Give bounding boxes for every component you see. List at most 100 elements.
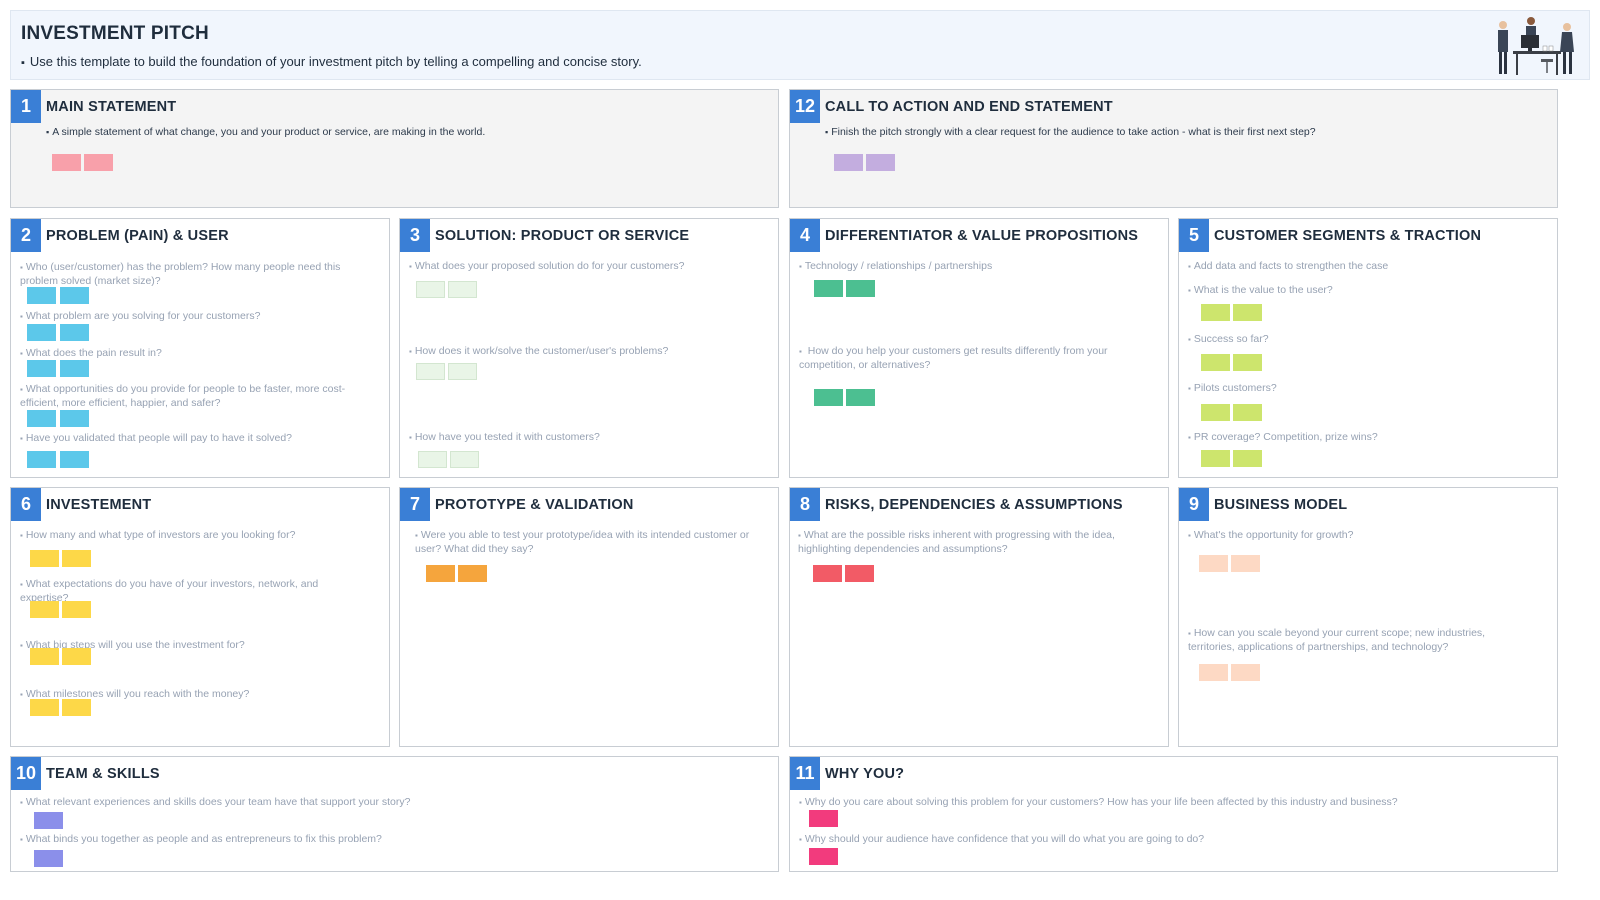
prompt-text: A simple statement of what change, you a… <box>46 126 766 139</box>
sticky-note[interactable] <box>1201 354 1230 371</box>
sticky-note[interactable] <box>1201 404 1230 421</box>
section-title: CALL TO ACTION AND END STATEMENT <box>825 99 1113 115</box>
panel-prototype: 7 PROTOTYPE & VALIDATION Were you able t… <box>399 487 779 747</box>
sticky-note[interactable] <box>1201 304 1230 321</box>
sticky-note[interactable] <box>1201 450 1230 467</box>
sticky-note[interactable] <box>814 389 843 406</box>
sticky-note[interactable] <box>84 154 113 171</box>
panel-differentiator: 4 DIFFERENTIATOR & VALUE PROPOSITIONS Te… <box>789 218 1169 478</box>
sticky-note[interactable] <box>416 281 445 298</box>
sticky-note[interactable] <box>62 601 91 618</box>
section-number: 2 <box>11 219 41 252</box>
panel-problem-user: 2 PROBLEM (PAIN) & USER Who (user/custom… <box>10 218 390 478</box>
sticky-note[interactable] <box>416 363 445 380</box>
section-number: 9 <box>1179 488 1209 521</box>
page-header: INVESTMENT PITCH Use this template to bu… <box>10 10 1590 80</box>
panel-risks: 8 RISKS, DEPENDENCIES & ASSUMPTIONS What… <box>789 487 1169 747</box>
sticky-note[interactable] <box>846 280 875 297</box>
prompt-text: Who (user/customer) has the problem? How… <box>20 261 380 287</box>
prompt-text: How do you help your customers get resul… <box>799 345 1149 371</box>
section-number: 11 <box>790 757 820 790</box>
sticky-note[interactable] <box>30 699 59 716</box>
section-number: 4 <box>790 219 820 252</box>
sticky-note[interactable] <box>418 451 447 468</box>
sticky-note[interactable] <box>60 287 89 304</box>
sticky-note[interactable] <box>27 360 56 377</box>
panel-main-statement: 1 MAIN STATEMENT A simple statement of w… <box>10 89 779 208</box>
sticky-note[interactable] <box>1199 664 1228 681</box>
section-title: TEAM & SKILLS <box>46 766 160 782</box>
sticky-note[interactable] <box>60 410 89 427</box>
sticky-note[interactable] <box>809 848 838 865</box>
sticky-note[interactable] <box>426 565 455 582</box>
section-title: MAIN STATEMENT <box>46 99 177 115</box>
page-subtitle: Use this template to build the foundatio… <box>21 54 642 69</box>
section-number: 8 <box>790 488 820 521</box>
sticky-note[interactable] <box>1233 450 1262 467</box>
sticky-note[interactable] <box>27 451 56 468</box>
prompt-text: What binds you together as people and as… <box>20 833 760 847</box>
sticky-note[interactable] <box>846 389 875 406</box>
sticky-note[interactable] <box>27 324 56 341</box>
prompt-text: What is the value to the user? <box>1188 284 1548 298</box>
prompt-text: Were you able to test your prototype/ide… <box>415 529 770 555</box>
sticky-note[interactable] <box>814 280 843 297</box>
sticky-note[interactable] <box>1233 354 1262 371</box>
sticky-note[interactable] <box>62 648 91 665</box>
sticky-note[interactable] <box>34 850 63 867</box>
sticky-note[interactable] <box>450 451 479 468</box>
sticky-note[interactable] <box>62 699 91 716</box>
prompt-text: How can you scale beyond your current sc… <box>1188 627 1528 653</box>
prompt-text: How have you tested it with customers? <box>409 431 769 445</box>
section-title: PROBLEM (PAIN) & USER <box>46 228 229 244</box>
prompt-text: What's the opportunity for growth? <box>1188 529 1548 543</box>
section-number: 1 <box>11 90 41 123</box>
business-people-illustration <box>1498 17 1574 75</box>
sticky-note[interactable] <box>1199 555 1228 572</box>
prompt-text: Pilots customers? <box>1188 382 1548 396</box>
section-title: SOLUTION: PRODUCT OR SERVICE <box>435 228 690 244</box>
sticky-note[interactable] <box>62 550 91 567</box>
panel-call-to-action: 12 CALL TO ACTION AND END STATEMENT Fini… <box>789 89 1558 208</box>
sticky-note[interactable] <box>458 565 487 582</box>
section-title: RISKS, DEPENDENCIES & ASSUMPTIONS <box>825 497 1123 513</box>
sticky-note[interactable] <box>34 812 63 829</box>
panel-business-model: 9 BUSINESS MODEL What's the opportunity … <box>1178 487 1558 747</box>
sticky-note[interactable] <box>30 601 59 618</box>
panel-customer-segments: 5 CUSTOMER SEGMENTS & TRACTION Add data … <box>1178 218 1558 478</box>
sticky-note[interactable] <box>834 154 863 171</box>
sticky-note[interactable] <box>845 565 874 582</box>
panel-solution: 3 SOLUTION: PRODUCT OR SERVICE What does… <box>399 218 779 478</box>
sticky-note[interactable] <box>866 154 895 171</box>
sticky-note[interactable] <box>60 324 89 341</box>
section-title: CUSTOMER SEGMENTS & TRACTION <box>1214 228 1482 244</box>
sticky-note[interactable] <box>60 451 89 468</box>
panel-investment: 6 INVESTEMENT How many and what type of … <box>10 487 390 747</box>
sticky-note[interactable] <box>813 565 842 582</box>
sticky-note[interactable] <box>448 281 477 298</box>
prompt-text: What does your proposed solution do for … <box>409 260 769 274</box>
sticky-note[interactable] <box>1233 404 1262 421</box>
section-title: WHY YOU? <box>825 766 905 782</box>
prompt-text: Technology / relationships / partnership… <box>799 260 1159 274</box>
section-number: 7 <box>400 488 430 521</box>
section-number: 6 <box>11 488 41 521</box>
sticky-note[interactable] <box>809 810 838 827</box>
prompt-text: How many and what type of investors are … <box>20 529 380 543</box>
prompt-text: How does it work/solve the customer/user… <box>409 345 769 359</box>
prompt-text: Why should your audience have confidence… <box>799 833 1539 847</box>
sticky-note[interactable] <box>448 363 477 380</box>
sticky-note[interactable] <box>27 410 56 427</box>
sticky-note[interactable] <box>27 287 56 304</box>
sticky-note[interactable] <box>52 154 81 171</box>
section-title: INVESTEMENT <box>46 497 152 513</box>
prompt-text: What problem are you solving for your cu… <box>20 310 380 324</box>
sticky-note[interactable] <box>30 648 59 665</box>
sticky-note[interactable] <box>30 550 59 567</box>
section-title: DIFFERENTIATOR & VALUE PROPOSITIONS <box>825 228 1139 244</box>
sticky-note[interactable] <box>1231 664 1260 681</box>
sticky-note[interactable] <box>1233 304 1262 321</box>
sticky-note[interactable] <box>1231 555 1260 572</box>
section-title: PROTOTYPE & VALIDATION <box>435 497 634 513</box>
sticky-note[interactable] <box>60 360 89 377</box>
